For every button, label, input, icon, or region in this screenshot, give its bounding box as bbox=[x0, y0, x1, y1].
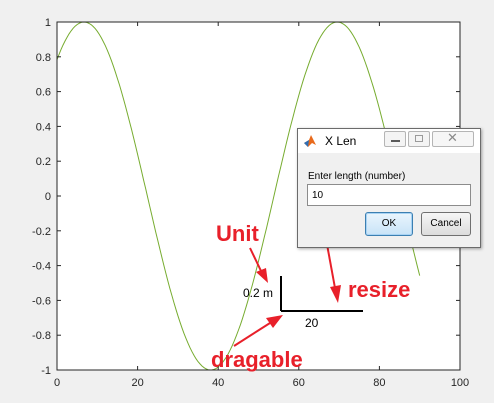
dialog-body: Enter length (number) OK Cancel bbox=[303, 154, 475, 242]
y-tick-label: -0.8 bbox=[32, 330, 51, 342]
y-tick-label: -1 bbox=[41, 365, 51, 377]
y-tick-label: 0.6 bbox=[36, 87, 51, 99]
x-len-dialog[interactable]: X Len ✕ Enter length (number) OK Cancel bbox=[297, 128, 481, 248]
x-tick-label: 80 bbox=[373, 377, 385, 389]
annotation-dragable: dragable bbox=[211, 347, 303, 372]
ok-button[interactable]: OK bbox=[365, 212, 413, 236]
annotation-resize: resize bbox=[348, 277, 410, 302]
y-tick-label: -0.2 bbox=[32, 226, 51, 238]
matlab-icon bbox=[304, 135, 316, 147]
y-tick-label: 0.2 bbox=[36, 156, 51, 168]
prompt-label: Enter length (number) bbox=[308, 171, 406, 182]
y-tick-label: 0 bbox=[45, 191, 51, 203]
cancel-button[interactable]: Cancel bbox=[421, 212, 471, 236]
dialog-titlebar[interactable]: X Len ✕ bbox=[298, 129, 480, 153]
x-tick-label: 20 bbox=[131, 377, 143, 389]
y-tick-label: 0.4 bbox=[36, 121, 51, 133]
x-tick-label: 60 bbox=[293, 377, 305, 389]
annotation-unit: Unit bbox=[216, 221, 259, 246]
scale-bar-horizontal-label: 20 bbox=[305, 316, 319, 330]
dialog-title: X Len bbox=[325, 134, 357, 148]
close-icon: ✕ bbox=[447, 131, 458, 146]
y-tick-label: -0.6 bbox=[32, 295, 51, 307]
length-input[interactable] bbox=[307, 184, 471, 206]
x-tick-label: 40 bbox=[212, 377, 224, 389]
y-tick-label: 0.8 bbox=[36, 52, 51, 64]
maximize-button[interactable] bbox=[408, 131, 430, 147]
y-tick-label: 1 bbox=[45, 17, 51, 29]
close-button[interactable]: ✕ bbox=[432, 131, 474, 147]
minimize-button[interactable] bbox=[384, 131, 406, 147]
y-tick-label: -0.4 bbox=[32, 261, 51, 273]
scale-bar-vertical-label: 0.2 m bbox=[243, 286, 273, 300]
x-tick-label: 100 bbox=[451, 377, 469, 389]
x-tick-label: 0 bbox=[54, 377, 60, 389]
maximize-icon bbox=[415, 135, 423, 142]
minimize-icon bbox=[391, 140, 400, 142]
figure-window: 0 20 40 60 80 100 1 0.8 0.6 0.4 0.2 0 -0.2 -0.4 -0.6 -… bbox=[0, 0, 494, 403]
